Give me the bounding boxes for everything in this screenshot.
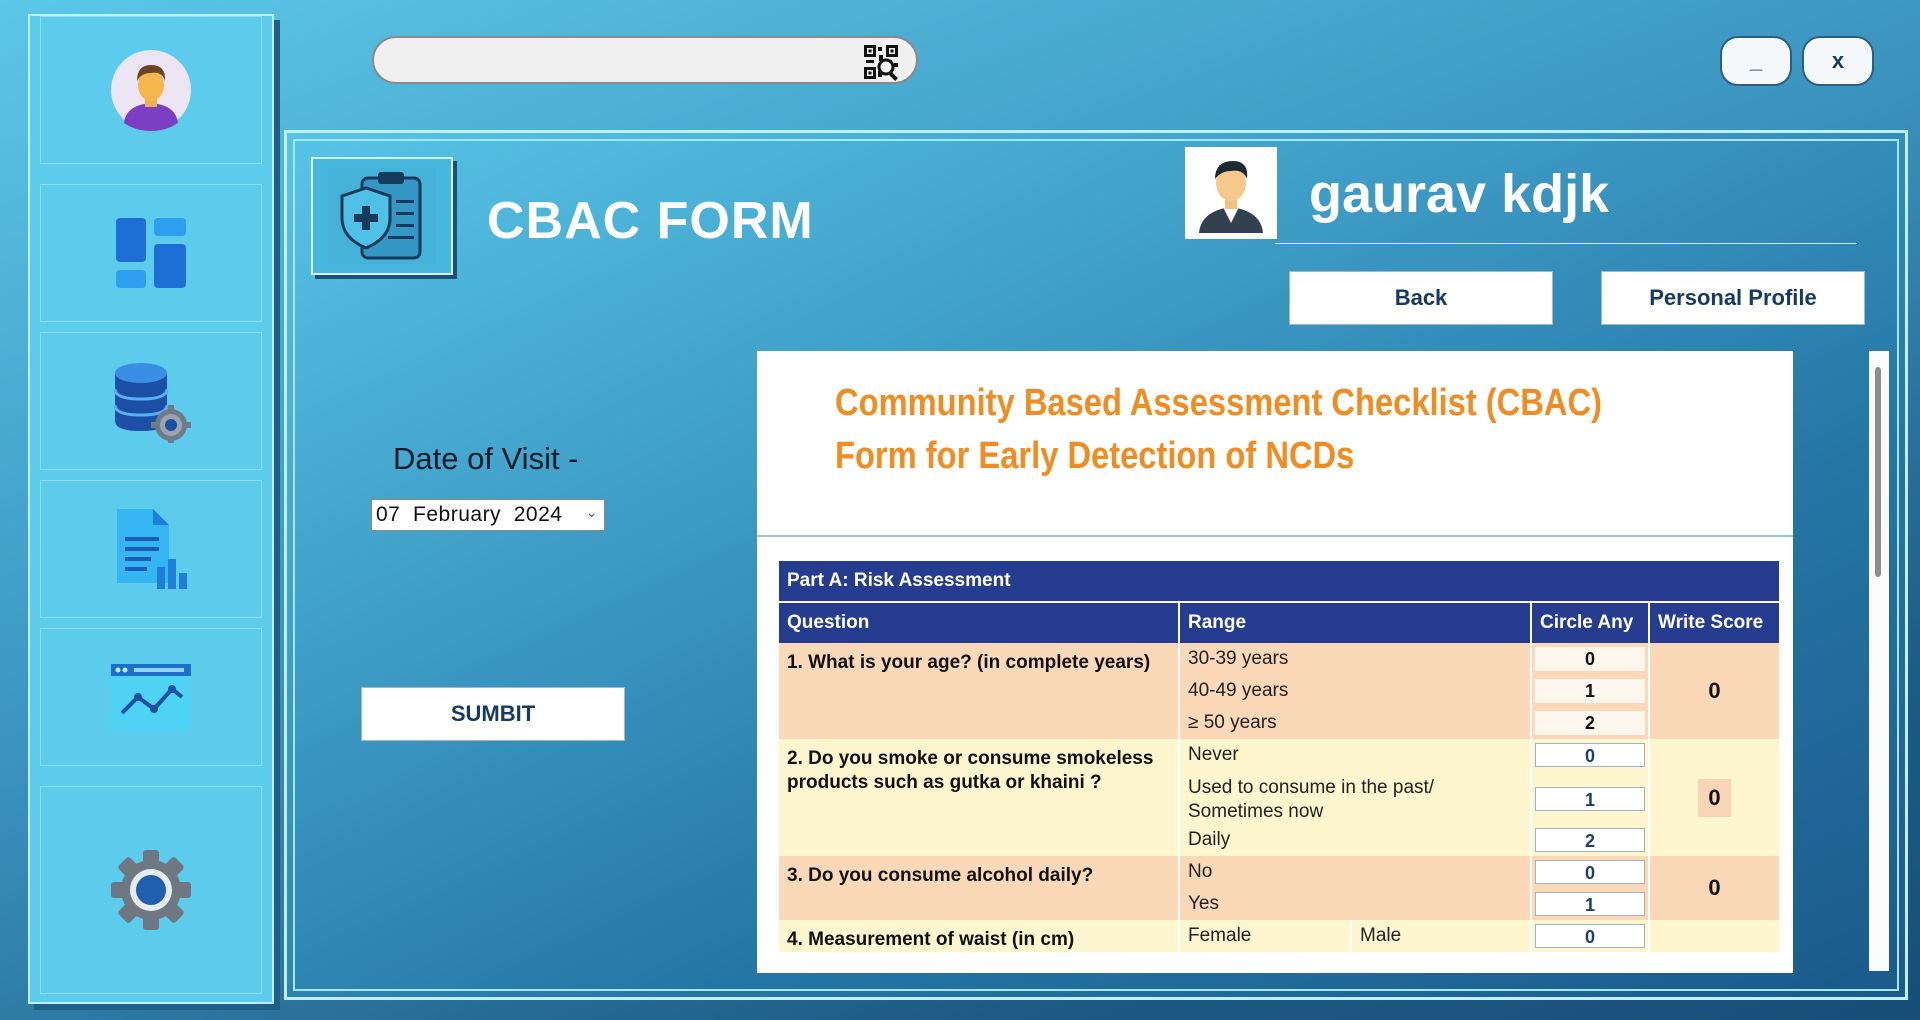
cbac-document: Community Based Assessment Checklist (CB… <box>757 351 1793 973</box>
question-waist: 4. Measurement of waist (in cm) <box>787 929 1075 950</box>
score-option[interactable]: 0 <box>1535 860 1645 884</box>
sidebar-item-database[interactable] <box>40 332 262 470</box>
range-option: Used to consume in the past/ Sometimes n… <box>1178 771 1531 824</box>
document-scrollbar[interactable] <box>1869 351 1889 971</box>
range-option: 30-39 years <box>1178 643 1531 675</box>
range-option: Never <box>1178 739 1531 771</box>
document-title: Community Based Assessment Checklist (CB… <box>835 377 1602 483</box>
chevron-down-icon[interactable]: ⌄ <box>586 504 598 521</box>
sidebar-item-analytics[interactable] <box>40 628 262 766</box>
score-option[interactable]: 2 <box>1535 828 1645 852</box>
score-option[interactable]: 2 <box>1535 711 1645 735</box>
range-option: Male <box>1350 920 1531 952</box>
close-button[interactable]: x <box>1802 36 1874 86</box>
personal-profile-button[interactable]: Personal Profile <box>1601 271 1865 325</box>
column-header-question: Question <box>779 601 1179 643</box>
user-avatar <box>1185 147 1277 239</box>
divider <box>1275 243 1857 244</box>
question-age: 1. What is your age? (in complete years) <box>787 652 1151 673</box>
score-option[interactable]: 0 <box>1535 924 1645 948</box>
sidebar-item-reports[interactable] <box>40 480 262 618</box>
user-name: gaurav kdjk <box>1309 164 1610 224</box>
date-day: 07 <box>376 503 401 526</box>
search-bar[interactable] <box>372 36 918 84</box>
sidebar-item-settings[interactable] <box>40 786 262 994</box>
analytics-chart-icon <box>111 664 191 730</box>
date-year: 2024 <box>513 503 563 526</box>
settings-gear-icon <box>111 850 191 930</box>
dashboard-icon <box>116 218 186 288</box>
age-score[interactable]: 0 <box>1648 643 1779 739</box>
sidebar-item-profile[interactable] <box>40 16 262 164</box>
question-alcohol: 3. Do you consume alcohol daily? <box>787 865 1094 886</box>
form-logo <box>311 157 453 275</box>
document-title-line2: Form for Early Detection of NCDs <box>835 435 1355 477</box>
date-of-visit-label: Date of Visit - <box>393 441 579 476</box>
risk-assessment-table: Part A: Risk Assessment Question Range C… <box>779 561 1779 952</box>
range-option: No <box>1178 856 1531 888</box>
date-of-visit-picker[interactable]: 07 February 2024 ⌄ <box>371 499 605 531</box>
range-option: Daily <box>1178 824 1531 856</box>
search-input[interactable] <box>394 46 858 76</box>
range-option: 40-49 years <box>1178 675 1531 707</box>
table-row: 3. Do you consume alcohol daily? No 0 0 <box>779 856 1779 920</box>
date-month: February <box>413 503 502 526</box>
alcohol-score[interactable]: 0 <box>1648 856 1779 920</box>
table-row: 4. Measurement of waist (in cm) Female M… <box>779 920 1779 952</box>
score-option[interactable]: 1 <box>1535 787 1645 811</box>
database-settings-icon <box>113 363 191 443</box>
column-header-range: Range <box>1178 601 1531 643</box>
main-panel: CBAC FORM gaurav kdjk Back Personal Prof… <box>284 130 1908 1000</box>
score-option[interactable]: 1 <box>1535 679 1645 703</box>
divider <box>757 535 1793 537</box>
submit-button[interactable]: SUMBIT <box>361 687 625 741</box>
document-title-line1: Community Based Assessment Checklist (CB… <box>835 382 1602 424</box>
range-option: Yes <box>1178 888 1531 920</box>
page-title: CBAC FORM <box>487 192 814 250</box>
smoking-score[interactable]: 0 <box>1698 778 1731 817</box>
user-avatar-icon <box>111 50 191 131</box>
part-a-header: Part A: Risk Assessment <box>779 561 1779 602</box>
minimize-button[interactable]: _ <box>1720 36 1792 86</box>
column-header-write-score: Write Score <box>1648 601 1779 643</box>
scrollbar-thumb[interactable] <box>1875 367 1881 577</box>
question-smoking: 2. Do you smoke or consume smokeless pro… <box>787 748 1154 793</box>
table-row: 2. Do you smoke or consume smokeless pro… <box>779 739 1779 856</box>
qr-code-scan-icon[interactable] <box>862 43 900 81</box>
range-option: ≥ 50 years <box>1178 707 1531 739</box>
back-button[interactable]: Back <box>1289 271 1553 325</box>
medical-clipboard-icon <box>328 168 436 264</box>
sidebar-item-dashboard[interactable] <box>40 184 262 322</box>
report-document-icon <box>117 509 187 589</box>
score-option[interactable]: 0 <box>1535 647 1645 671</box>
column-header-circle-any: Circle Any <box>1530 601 1649 643</box>
range-option: Female <box>1178 920 1351 952</box>
table-row: 1. What is your age? (in complete years)… <box>779 643 1779 739</box>
sidebar <box>28 14 274 1004</box>
score-option[interactable]: 0 <box>1535 743 1645 767</box>
user-avatar-icon <box>1199 161 1263 233</box>
score-option[interactable]: 1 <box>1535 892 1645 916</box>
